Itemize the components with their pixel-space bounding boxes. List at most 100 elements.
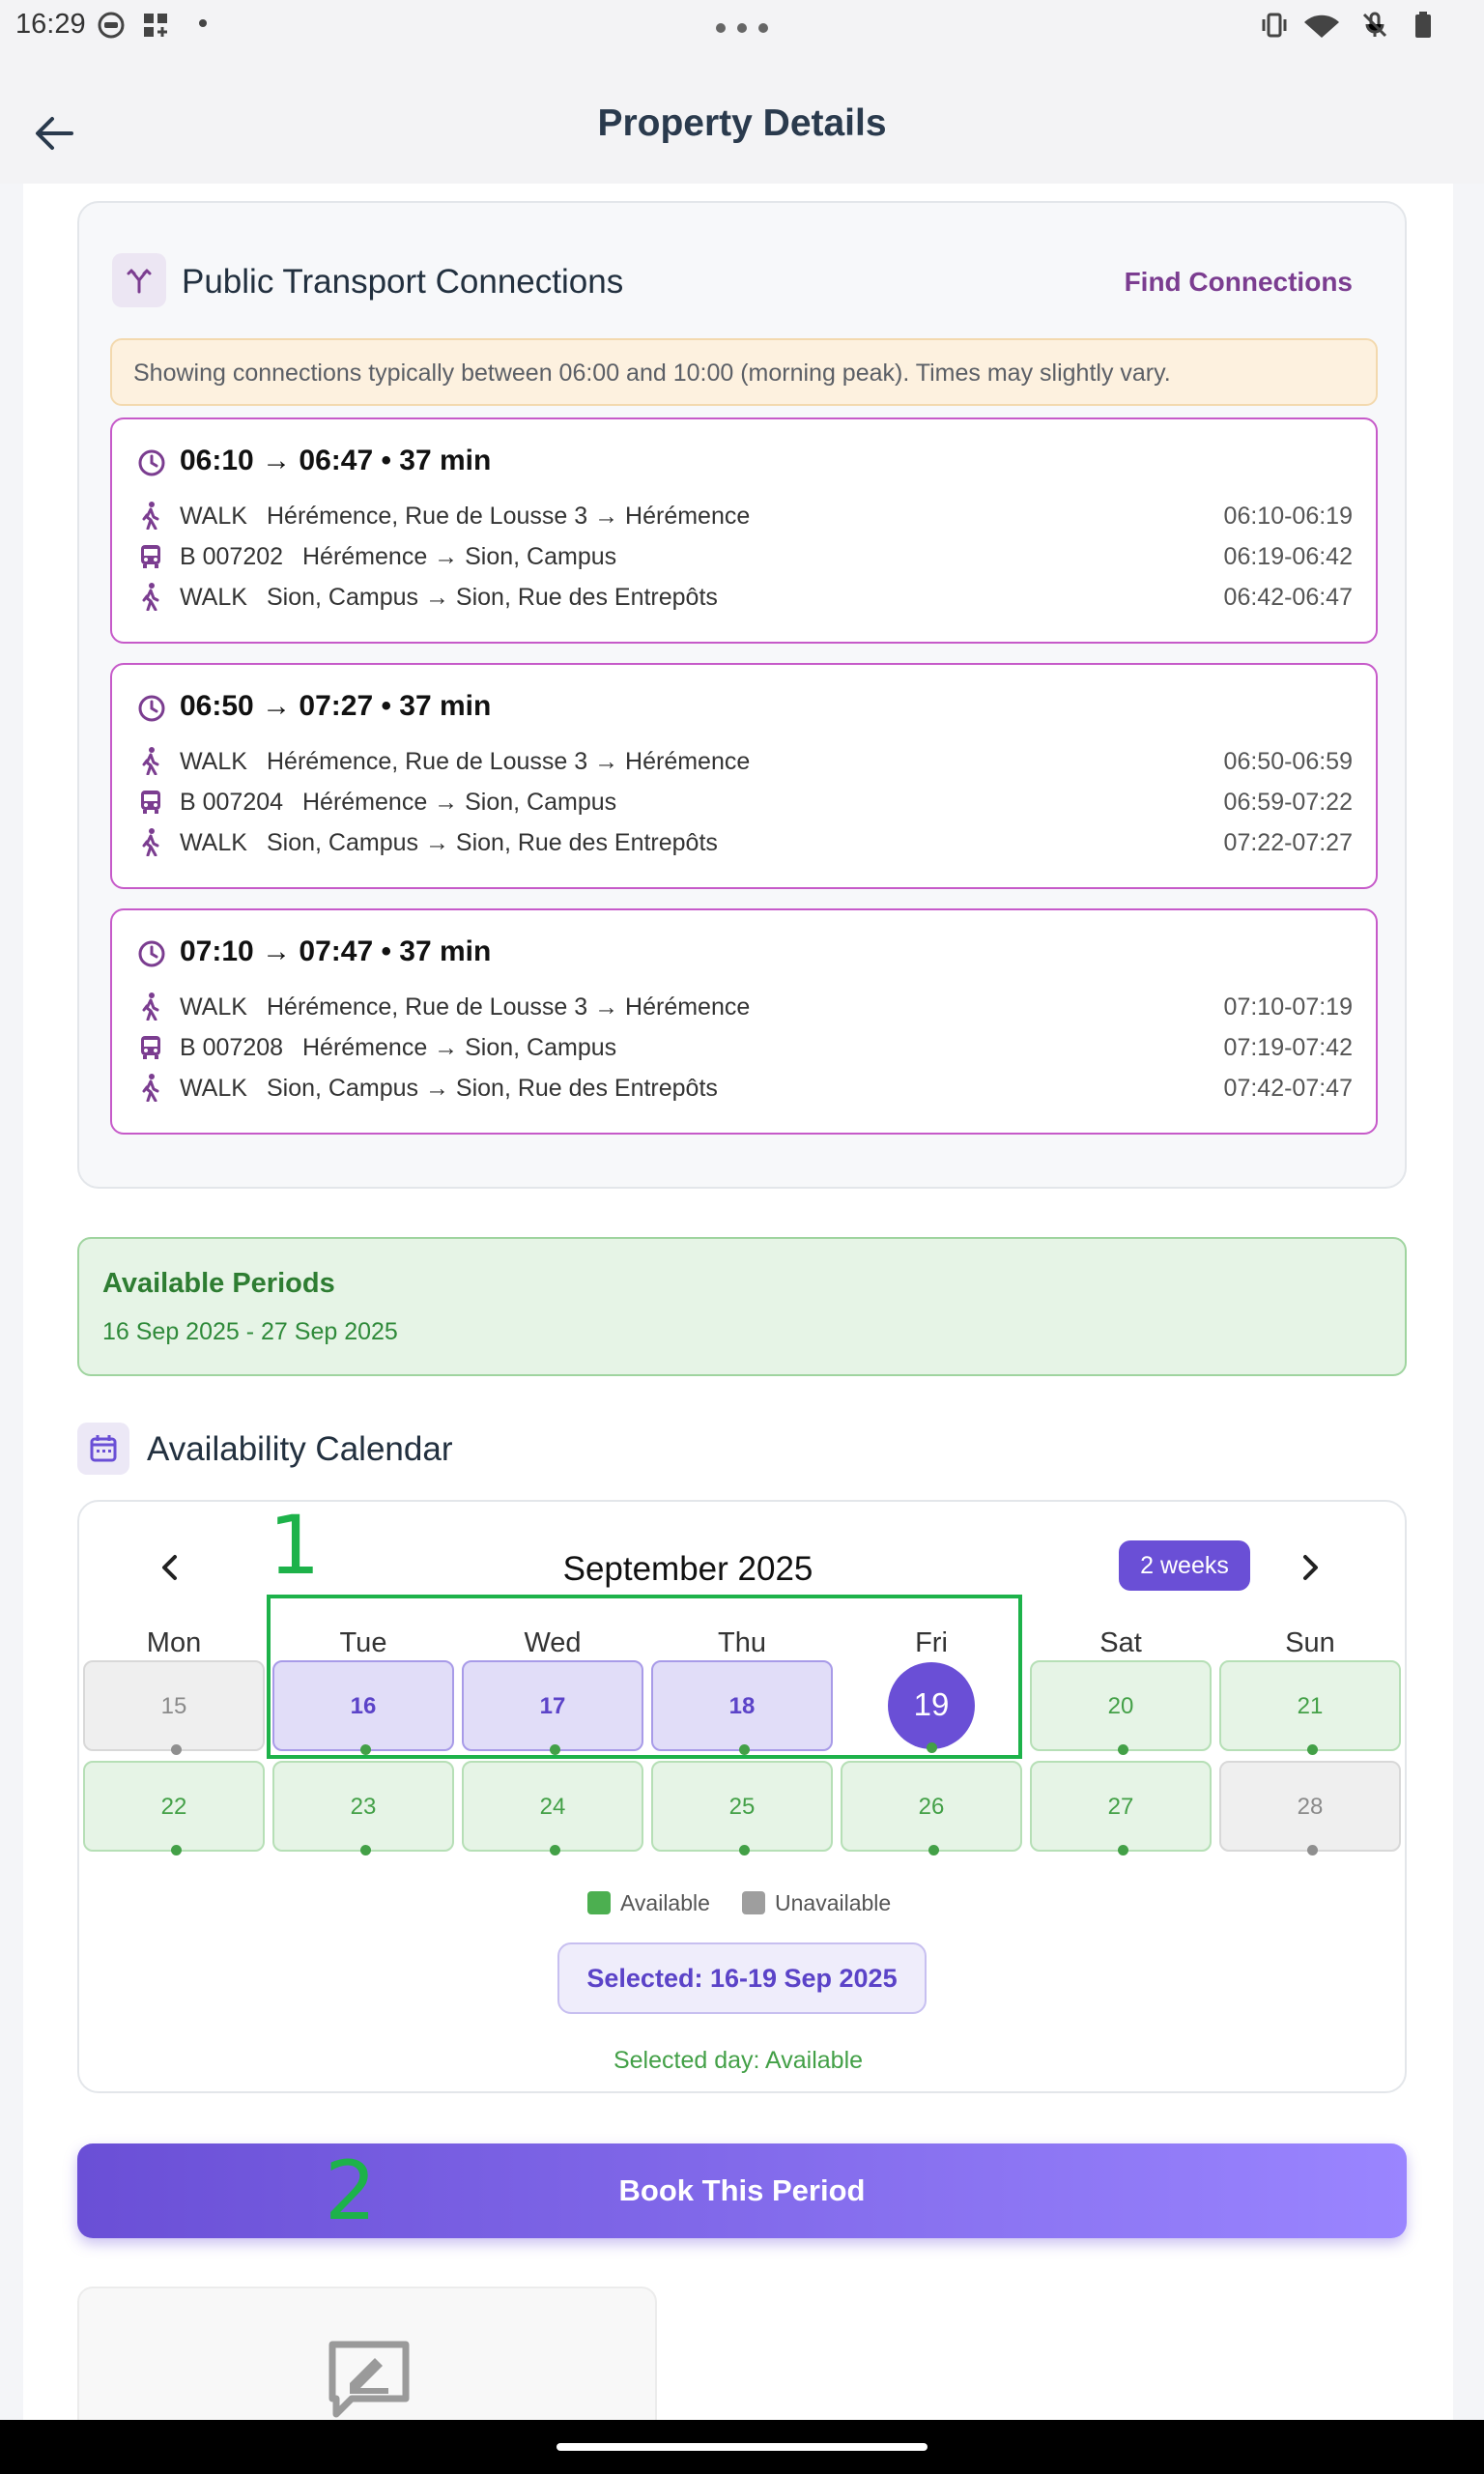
day-number: 25 [728, 1794, 756, 1820]
calendar-day-15[interactable]: 15 [83, 1660, 265, 1755]
legend-available-swatch [587, 1891, 611, 1914]
annotation-label-2: 2 [325, 2143, 377, 2238]
leg-route: Hérémence → Sion, Campus [302, 789, 617, 816]
transport-note: Showing connections typically between 06… [110, 338, 1378, 406]
available-periods-card: Available Periods 16 Sep 2025 - 27 Sep 2… [77, 1237, 1407, 1376]
weekday-label: Mon [146, 1627, 202, 1658]
chevron-right-icon[interactable] [1291, 1548, 1329, 1587]
day-number: 20 [1107, 1693, 1134, 1719]
leg-mode: WALK [180, 503, 247, 530]
calendar-day-25[interactable]: 25 [651, 1761, 833, 1856]
public-transport-card: Public Transport Connections Find Connec… [77, 201, 1407, 1189]
connection-leg: WALK Sion, Campus → Sion, Rue des Entrepô… [137, 825, 1353, 858]
calendar-day-21[interactable]: 21 [1219, 1660, 1401, 1755]
review-placeholder-card [77, 2287, 657, 2420]
leg-route: Sion, Campus → Sion, Rue des Entrepôts [267, 584, 718, 611]
leg-time: 07:10-07:19 [1223, 993, 1353, 1021]
home-indicator[interactable] [556, 2443, 928, 2451]
leg-time: 07:42-07:47 [1223, 1075, 1353, 1102]
leg-route: Hérémence, Rue de Lousse 3 → Hérémence [267, 748, 751, 775]
feedback-icon [328, 2341, 410, 2418]
calendar-day-27[interactable]: 27 [1030, 1761, 1212, 1856]
day-number: 15 [160, 1693, 187, 1719]
month-title: September 2025 [562, 1550, 813, 1588]
battery-icon [1415, 12, 1431, 38]
availability-dot [171, 1744, 182, 1755]
leg-mode: WALK [180, 1075, 247, 1102]
leg-route: Sion, Campus → Sion, Rue des Entrepôts [267, 829, 718, 856]
availability-dot [1118, 1744, 1128, 1755]
calendar-day-22[interactable]: 22 [83, 1761, 265, 1856]
day-number: 23 [350, 1794, 377, 1820]
clock-icon [138, 940, 165, 967]
leg-mode: B 007202 [180, 543, 284, 570]
leg-time: 06:50-06:59 [1223, 748, 1353, 775]
connection-leg: WALK Hérémence, Rue de Lousse 3 → Hérémen… [137, 499, 1353, 532]
calendar-day-20[interactable]: 20 [1030, 1660, 1212, 1755]
leg-time: 06:19-06:42 [1223, 543, 1353, 570]
leg-route: Hérémence, Rue de Lousse 3 → Hérémence [267, 503, 751, 530]
walk-icon [142, 583, 159, 611]
find-connections-link[interactable]: Find Connections [1125, 267, 1353, 298]
bus-icon [141, 1036, 160, 1059]
scroll-content[interactable]: Public Transport Connections Find Connec… [23, 184, 1453, 2420]
transport-icon-box [112, 253, 166, 307]
availability-dot [360, 1845, 371, 1856]
connection-leg: WALK Hérémence, Rue de Lousse 3 → Hérémen… [137, 744, 1353, 777]
dot-icon [199, 19, 207, 27]
connection-card[interactable]: 06:50 → 07:27 • 37 min WALK Hérémence, Rue… [110, 663, 1378, 889]
selected-range-pill: Selected: 16-19 Sep 2025 [557, 1942, 927, 2014]
connection-summary: 06:10 → 06:47 • 37 min [180, 445, 492, 476]
calendar-title: Availability Calendar [147, 1430, 453, 1468]
availability-dot [1118, 1845, 1128, 1856]
leg-mode: B 007208 [180, 1034, 284, 1061]
legend-unavailable-swatch [742, 1891, 765, 1914]
calendar-icon-box [77, 1423, 129, 1475]
calendar-icon [90, 1435, 117, 1462]
calendar-day-26[interactable]: 26 [841, 1761, 1022, 1856]
legend-unavailable-label: Unavailable [775, 1890, 892, 1915]
day-number: 24 [539, 1794, 566, 1820]
annotation-label-1: 1 [269, 1498, 321, 1593]
day-number: 22 [160, 1794, 187, 1820]
calendar-day-28[interactable]: 28 [1219, 1761, 1401, 1856]
view-mode-badge[interactable]: 2 weeks [1119, 1540, 1250, 1591]
connection-leg: WALK Sion, Campus → Sion, Rue des Entrepô… [137, 580, 1353, 613]
status-time: 16:29 [15, 9, 86, 40]
leg-time: 06:42-06:47 [1223, 584, 1353, 611]
connection-card[interactable]: 07:10 → 07:47 • 37 min WALK Hérémence, Rue… [110, 908, 1378, 1135]
leg-route: Hérémence → Sion, Campus [302, 1034, 617, 1061]
leg-time: 07:22-07:27 [1223, 829, 1353, 856]
weekday-label: Sat [1099, 1627, 1142, 1658]
availability-dot [171, 1845, 182, 1856]
transport-title: Public Transport Connections [182, 263, 624, 301]
connection-leg: B 007202 Hérémence → Sion, Campus 06:19-06… [137, 539, 1353, 572]
more-dots-icon [716, 23, 768, 33]
calendar-day-24[interactable]: 24 [462, 1761, 643, 1856]
selected-day-status: Selected day: Available [613, 2047, 864, 2074]
status-bar: 16:29 [0, 0, 1484, 56]
leg-mode: WALK [180, 748, 247, 775]
walk-icon [142, 1074, 159, 1102]
walk-icon [142, 747, 159, 775]
leg-time: 06:59-07:22 [1223, 789, 1353, 816]
connection-leg: B 007208 Hérémence → Sion, Campus 07:19-07… [137, 1030, 1353, 1063]
calendar-day-23[interactable]: 23 [272, 1761, 454, 1856]
page-title: Property Details [597, 102, 887, 144]
availability-dot [1307, 1845, 1318, 1856]
day-number: 28 [1297, 1794, 1324, 1820]
book-period-button[interactable]: Book This Period [77, 2143, 1407, 2238]
system-nav-bar [0, 2420, 1484, 2474]
chevron-left-icon[interactable] [151, 1548, 189, 1587]
connection-summary: 06:50 → 07:27 • 37 min [180, 690, 492, 722]
bus-icon [141, 545, 160, 568]
vibrate-icon [1262, 13, 1287, 38]
available-periods-title: Available Periods [102, 1268, 335, 1299]
connection-card[interactable]: 06:10 → 06:47 • 37 min WALK Hérémence, Rue… [110, 417, 1378, 644]
app-bar: Property Details [0, 56, 1484, 184]
walk-icon [142, 828, 159, 856]
walk-icon [142, 502, 159, 530]
widget-icon [144, 14, 167, 37]
face-icon [98, 12, 125, 39]
connection-leg: B 007204 Hérémence → Sion, Campus 06:59-07… [137, 785, 1353, 818]
